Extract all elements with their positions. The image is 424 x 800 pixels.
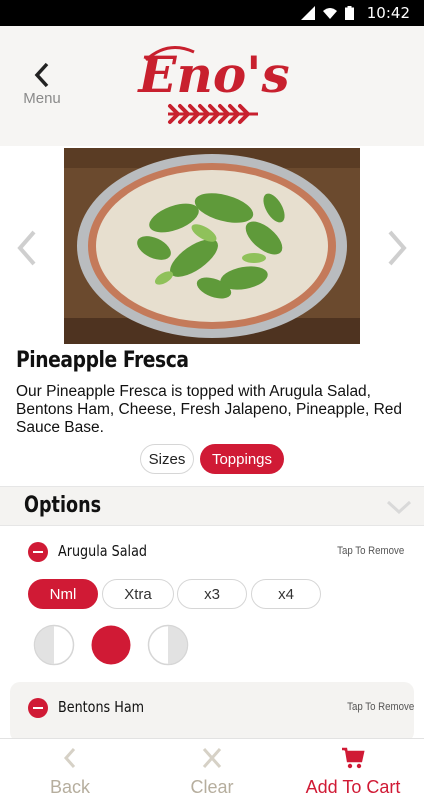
amount-option-x3[interactable]: x3 (177, 579, 247, 609)
sizes-tab[interactable]: Sizes (140, 444, 194, 474)
enos-logo: Eno's (136, 45, 290, 124)
clear-label: Clear (190, 777, 234, 797)
amount-option-xtra[interactable]: Xtra (102, 579, 174, 609)
left-half-coverage-icon[interactable] (33, 624, 75, 666)
bottom-action-bar: Back Clear Add To Cart (0, 738, 424, 800)
chevron-left-icon (34, 62, 49, 88)
app-header: Menu Eno's (0, 26, 424, 146)
add-to-cart-label: Add To Cart (305, 777, 401, 797)
topping-row: Bentons Ham Tap To Remove (0, 688, 424, 728)
pizza-photo (64, 148, 360, 344)
back-button[interactable]: Back (40, 745, 100, 800)
topping-name: Arugula Salad (58, 542, 147, 560)
back-to-menu-label: Menu (23, 90, 61, 107)
back-to-menu-button[interactable]: Menu (18, 62, 66, 112)
clear-button[interactable]: Clear (180, 745, 244, 800)
product-image-carousel (0, 148, 424, 344)
topping-card: Bentons Ham Tap To Remove (10, 682, 414, 742)
topping-row: Arugula Salad Tap To Remove (0, 532, 424, 572)
options-section-header[interactable]: Options (0, 486, 424, 526)
svg-text:Eno's: Eno's (136, 45, 289, 104)
signal-icon (301, 6, 315, 20)
status-bar: 10:42 (0, 0, 424, 26)
topping-name: Bentons Ham (58, 698, 145, 716)
product-title: Pineapple Fresca (16, 348, 189, 373)
chevron-down-icon (386, 500, 412, 515)
toppings-tab[interactable]: Toppings (200, 444, 284, 474)
add-to-cart-button[interactable]: Add To Cart (298, 745, 408, 800)
cart-icon (342, 747, 365, 769)
product-description: Our Pineapple Fresca is topped with Arug… (16, 383, 403, 436)
whole-coverage-icon[interactable] (90, 624, 132, 666)
wifi-icon (323, 8, 337, 19)
right-half-coverage-icon[interactable] (147, 624, 189, 666)
amount-option-x4[interactable]: x4 (251, 579, 321, 609)
tap-to-remove-link[interactable]: Tap To Remove (337, 545, 404, 557)
status-time: 10:42 (366, 4, 410, 22)
options-title: Options (24, 493, 102, 518)
remove-topping-icon[interactable] (28, 698, 48, 718)
remove-topping-icon[interactable] (28, 542, 48, 562)
close-icon (202, 748, 222, 768)
status-icons (301, 6, 354, 20)
chevron-left-icon (63, 748, 76, 768)
back-label: Back (49, 777, 91, 797)
battery-icon (345, 6, 354, 20)
amount-option-nml[interactable]: Nml (28, 579, 98, 609)
tap-to-remove-link[interactable]: Tap To Remove (347, 701, 414, 713)
previous-image-arrow-icon[interactable] (12, 228, 42, 268)
next-image-arrow-icon[interactable] (382, 228, 412, 268)
